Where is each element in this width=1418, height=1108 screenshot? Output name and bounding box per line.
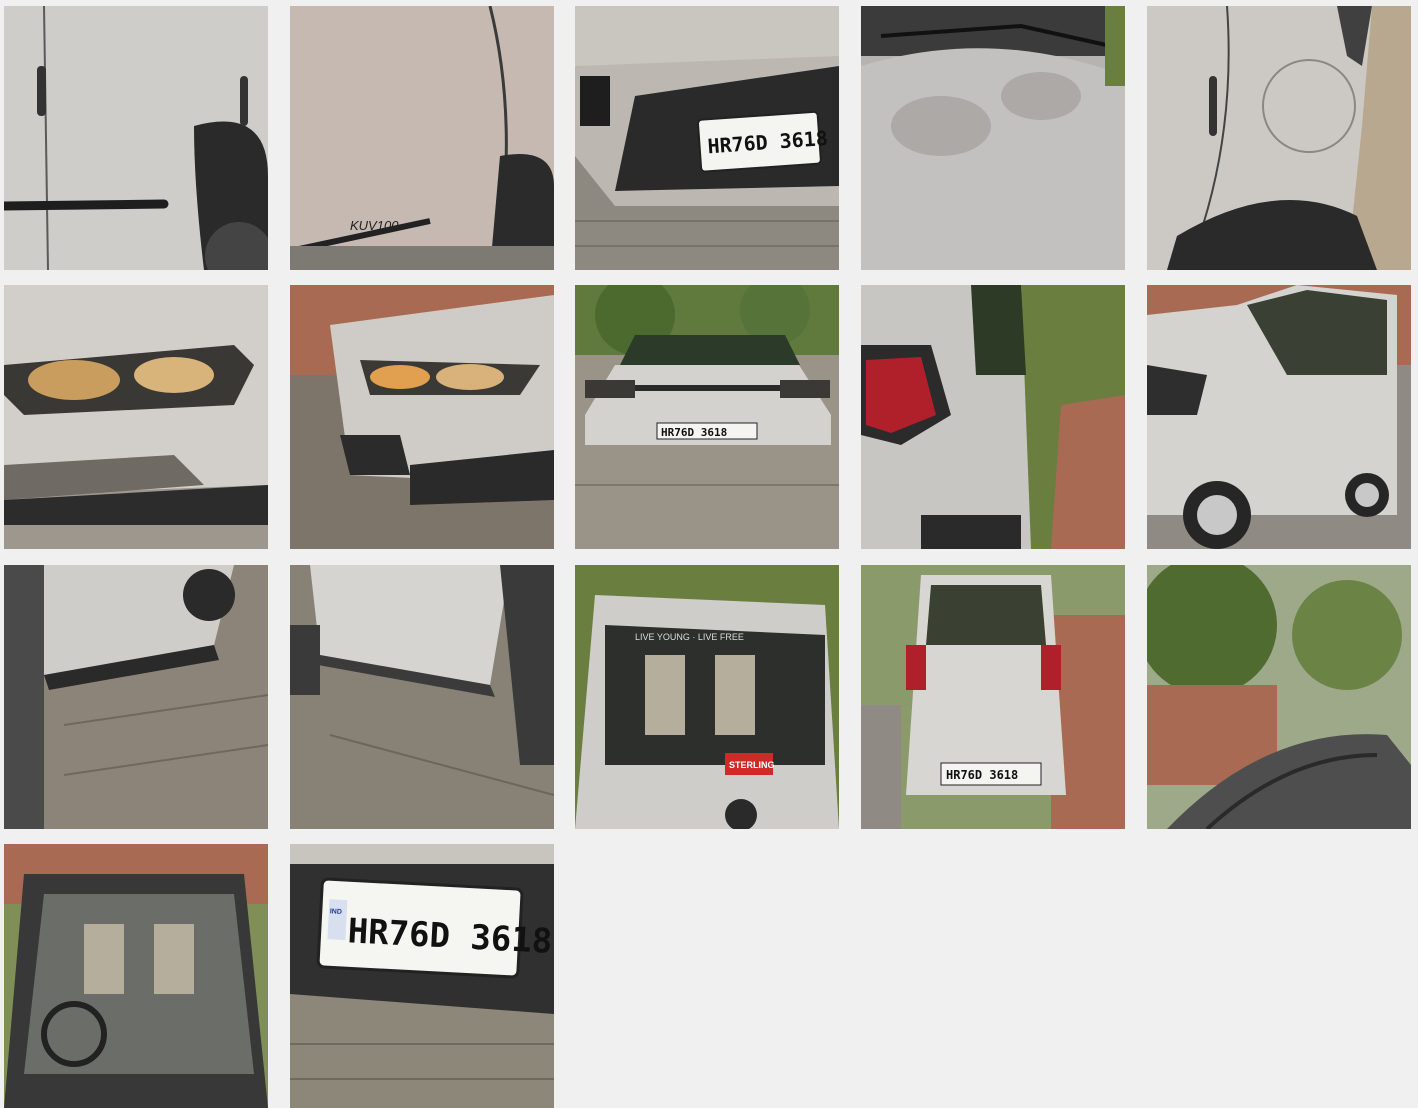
photo-thumbnail-17[interactable]: IND HR76D 3618 <box>290 844 554 1108</box>
photo-thumbnail-16[interactable] <box>4 844 268 1108</box>
full-front-view-image: HR76D 3618 <box>575 285 839 549</box>
photo-thumbnail-7[interactable] <box>290 285 554 549</box>
photo-thumbnail-12[interactable] <box>290 565 554 829</box>
door-panel-image <box>4 6 268 270</box>
photo-thumbnail-13[interactable]: LIVE YOUNG · LIVE FREE STERLING <box>575 565 839 829</box>
dealer-sticker-text: STERLING <box>729 760 775 770</box>
rear-quarter-fuel-lid-image <box>1147 6 1411 270</box>
full-rear-view-image: HR76D 3618 <box>861 565 1125 829</box>
photo-thumbnail-2[interactable]: KUV100 <box>290 6 554 270</box>
windshield-interior-image <box>4 844 268 1108</box>
kuv-badge: KUV100 <box>350 218 399 233</box>
left-front-three-quarter-image <box>1147 285 1411 549</box>
photo-thumbnail-5[interactable] <box>1147 6 1411 270</box>
photo-thumbnail-1[interactable] <box>4 6 268 270</box>
plate-country-text: IND <box>330 908 342 916</box>
headlamp-closeup-image <box>4 285 268 549</box>
lower-door-sill-right-image <box>290 565 554 829</box>
roof-view-image <box>1147 565 1411 829</box>
rear-windshield-image: LIVE YOUNG · LIVE FREE STERLING <box>575 565 839 829</box>
number-plate-closeup-image: IND HR76D 3618 <box>290 844 554 1108</box>
photo-thumbnail-3[interactable]: HR76D 3618 <box>575 6 839 270</box>
photo-gallery: KUV100 HR76D 3618 HR76D 3618 LIVE YOUNG … <box>0 0 1418 1108</box>
photo-thumbnail-6[interactable] <box>4 285 268 549</box>
photo-thumbnail-10[interactable] <box>1147 285 1411 549</box>
photo-thumbnail-8[interactable]: HR76D 3618 <box>575 285 839 549</box>
photo-thumbnail-4[interactable] <box>861 6 1125 270</box>
photo-thumbnail-9[interactable] <box>861 285 1125 549</box>
bonnet-image <box>861 6 1125 270</box>
plate-number-text: HR76D 3618 <box>946 768 1018 782</box>
photo-thumbnail-14[interactable]: HR76D 3618 <box>861 565 1125 829</box>
photo-thumbnail-15[interactable] <box>1147 565 1411 829</box>
plate-number-text: HR76D 3618 <box>661 426 727 439</box>
photo-thumbnail-11[interactable] <box>4 565 268 829</box>
window-text: LIVE YOUNG · LIVE FREE <box>635 632 744 642</box>
lower-door-sill-left-image <box>4 565 268 829</box>
front-bumper-plate-image: HR76D 3618 <box>575 6 839 270</box>
rear-door-image: KUV100 <box>290 6 554 270</box>
front-bumper-angle-image <box>290 285 554 549</box>
rear-tail-lamp-image <box>861 285 1125 549</box>
